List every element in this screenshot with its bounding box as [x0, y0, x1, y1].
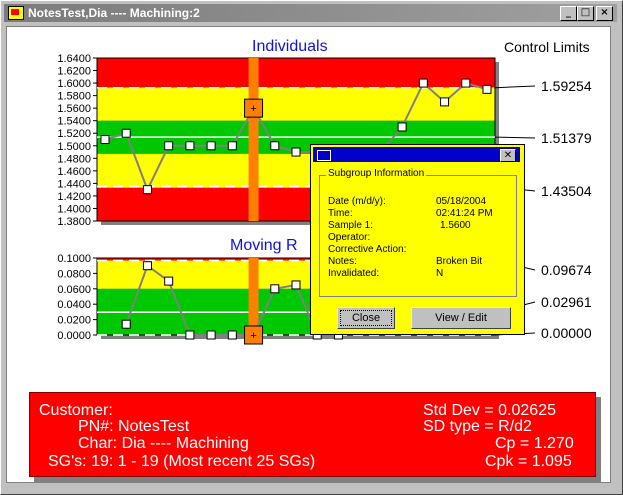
individuals-limit-leader	[494, 136, 536, 139]
individuals-tick-label: 1.4000	[57, 203, 91, 215]
individuals-selected-bar	[248, 58, 259, 221]
subgroup-info-group: Subgroup Information Date (m/d/y): 05/18…	[319, 168, 517, 297]
group-label: Subgroup Information	[326, 168, 427, 179]
individuals-tick-label: 1.4600	[57, 166, 91, 178]
individuals-tick-label: 1.3800	[57, 216, 91, 228]
individuals-tick-label: 1.4200	[57, 191, 91, 203]
individuals-limit-label: 1.51379	[541, 130, 592, 146]
moving-range-selected-plus: +	[250, 330, 256, 342]
individuals-tick-label: 1.5600	[57, 103, 91, 115]
moving-range-tick-label: 0.0400	[57, 299, 91, 311]
moving-range-tick-label: 0.0800	[57, 268, 91, 280]
sgs-label: SG's: 19: 1 - 19 (Most recent 25 SGs)	[48, 453, 316, 470]
individuals-data-point	[440, 97, 450, 107]
moving-range-limit-label: 0.00000	[541, 325, 592, 341]
individuals-data-point	[206, 141, 216, 151]
individuals-data-point	[121, 128, 131, 138]
pn-label: PN#: NotesTest	[78, 418, 190, 435]
individuals-data-point	[291, 147, 301, 157]
moving-range-tick-label: 0.0200	[57, 315, 91, 327]
moving-range-tick-label: 0.0600	[57, 284, 91, 296]
individuals-data-point	[100, 135, 110, 144]
individuals-data-point	[227, 141, 237, 151]
individuals-tick-label: 1.6000	[57, 78, 91, 90]
cpk-value: Cpk = 1.095	[485, 453, 572, 470]
individuals-tick-label: 1.5200	[57, 128, 91, 140]
sample-value: 1.5600	[440, 220, 471, 231]
individuals-data-point	[397, 122, 407, 132]
view-edit-button[interactable]: View / Edit	[411, 307, 511, 329]
moving-range-data-point	[270, 284, 280, 294]
moving-range-data-point	[185, 330, 195, 340]
individuals-limit-leader	[494, 85, 536, 89]
individuals-band	[97, 58, 495, 88]
individuals-tick-label: 1.5400	[57, 116, 91, 128]
close-dialog-button[interactable]: Close	[337, 307, 395, 329]
individuals-tick-label: 1.5800	[57, 91, 91, 103]
app-window: NotesTest,Dia ---- Machining:2 _ □ × Ind…	[0, 0, 623, 495]
title-bar[interactable]: NotesTest,Dia ---- Machining:2 _ □ ×	[4, 4, 617, 22]
individuals-selected-plus: +	[250, 103, 256, 115]
moving-range-data-point	[121, 319, 131, 329]
individuals-data-point	[185, 141, 195, 151]
individuals-tick-label: 1.5000	[57, 141, 91, 153]
moving-range-data-point	[291, 280, 301, 290]
sample-label: Sample 1:	[328, 220, 374, 231]
individuals-limit-label: 1.43504	[541, 183, 592, 199]
individuals-data-point	[482, 84, 492, 94]
moving-range-tick-label: 0.0000	[57, 330, 91, 342]
char-label: Char: Dia ---- Machining	[78, 435, 249, 452]
moving-range-data-point	[142, 261, 152, 271]
individuals-tick-label: 1.6400	[57, 53, 91, 65]
invalidated-value: N	[436, 268, 444, 279]
maximize-button[interactable]: □	[577, 6, 594, 21]
moving-range-data-point	[164, 276, 174, 286]
cp-value: Cp = 1.270	[495, 435, 574, 452]
corrective-action-label: Corrective Action:	[328, 244, 407, 255]
moving-range-limit-label: 0.09674	[541, 262, 592, 278]
window-title: NotesTest,Dia ---- Machining:2	[28, 6, 200, 20]
date-value: 05/18/2004	[436, 196, 487, 207]
individuals-data-point	[142, 185, 152, 195]
individuals-tick-label: 1.6200	[57, 66, 91, 78]
moving-range-tick-label: 0.1000	[57, 253, 91, 265]
close-button[interactable]: ×	[596, 6, 613, 21]
date-label: Date (m/d/y):	[328, 196, 386, 207]
individuals-tick-label: 1.4800	[57, 153, 91, 165]
individuals-data-point	[418, 78, 428, 88]
subgroup-info-dialog: ✕ Subgroup Information Date (m/d/y): 05/…	[310, 144, 525, 335]
moving-range-data-point	[227, 330, 237, 340]
minimize-button[interactable]: _	[560, 6, 577, 21]
time-value: 02:41:24 PM	[436, 208, 493, 219]
notes-label: Notes:	[328, 256, 357, 267]
notes-value: Broken Bit	[436, 256, 483, 267]
invalidated-label: Invalidated:	[328, 268, 380, 279]
individuals-data-point	[270, 141, 280, 151]
sd-type-value: SD type = R/d2	[423, 418, 532, 435]
moving-range-limit-label: 0.02961	[541, 294, 592, 310]
operator-label: Operator:	[328, 232, 371, 243]
individuals-tick-label: 1.4400	[57, 178, 91, 190]
dialog-title-bar[interactable]: ✕	[313, 147, 520, 162]
individuals-data-point	[164, 141, 174, 151]
app-icon	[8, 6, 24, 20]
moving-range-selected-bar	[248, 258, 259, 335]
dialog-icon	[317, 150, 331, 161]
stats-panel: Customer: PN#: NotesTest Char: Dia ---- …	[29, 392, 596, 477]
dialog-close-icon[interactable]: ✕	[500, 149, 516, 162]
time-label: Time:	[328, 208, 353, 219]
moving-range-data-point	[206, 330, 216, 340]
individuals-limit-label: 1.59254	[541, 78, 592, 94]
individuals-data-point	[461, 78, 471, 88]
